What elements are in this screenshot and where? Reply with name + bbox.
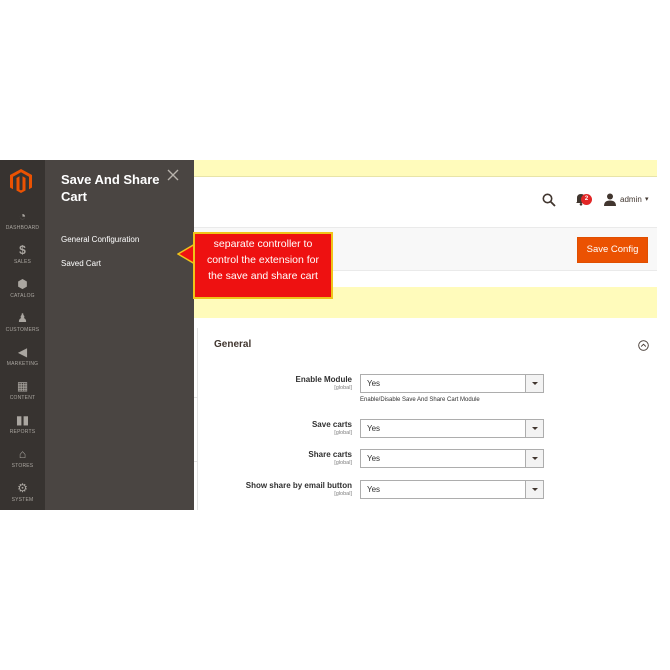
chevron-down-icon[interactable]: ▾	[645, 195, 649, 205]
store-icon: ⌂	[18, 447, 27, 461]
share-carts-value: Yes	[367, 454, 381, 463]
chevron-down-icon	[532, 457, 538, 460]
chevron-down-icon	[532, 488, 538, 491]
collapse-icon[interactable]	[638, 340, 649, 351]
menu-label: SYSTEM	[11, 497, 34, 503]
share-email-select[interactable]: Yes	[360, 480, 544, 499]
enable-module-scope: [global]	[334, 385, 352, 391]
admin-header-actions: 2 admin ▾	[530, 190, 660, 210]
share-email-label: Show share by email button	[245, 481, 352, 490]
save-carts-scope: [global]	[334, 430, 352, 436]
divider	[194, 461, 198, 462]
divider	[194, 397, 198, 398]
select-toggle[interactable]	[525, 375, 543, 392]
menu-item-customers[interactable]: ♟ CUSTOMERS	[0, 308, 45, 342]
save-carts-select[interactable]: Yes	[360, 419, 544, 438]
share-email-value: Yes	[367, 485, 381, 494]
menu-item-catalog[interactable]: ⬢ CATALOG	[0, 274, 45, 308]
submenu-panel: Save And Share Cart General Configuratio…	[45, 160, 194, 510]
close-icon[interactable]	[166, 168, 180, 182]
layout-icon: ▦	[16, 379, 29, 393]
menu-label: STORES	[11, 463, 34, 469]
menu-label: CONTENT	[9, 395, 36, 401]
admin-sidebar: ◔ DASHBOARD $ SALES ⬢ CATALOG ♟ CUSTOMER…	[0, 160, 45, 510]
user-icon[interactable]	[604, 193, 616, 206]
magento-logo-icon[interactable]	[9, 168, 33, 194]
submenu-title: Save And Share Cart	[61, 172, 160, 204]
menu-label: CATALOG	[10, 293, 35, 299]
menu-item-stores[interactable]: ⌂ STORES	[0, 444, 45, 478]
select-toggle[interactable]	[525, 420, 543, 437]
notification-count-badge[interactable]: 2	[581, 194, 592, 205]
menu-item-marketing[interactable]: ◀ MARKETING	[0, 342, 45, 376]
menu-label: CUSTOMERS	[5, 327, 40, 333]
menu-label: SALES	[13, 259, 32, 265]
select-toggle[interactable]	[525, 481, 543, 498]
menu-label: DASHBOARD	[5, 225, 40, 231]
chevron-down-icon	[532, 427, 538, 430]
submenu-link-saved-cart[interactable]: Saved Cart	[61, 258, 101, 270]
chevron-down-icon	[532, 382, 538, 385]
menu-item-system[interactable]: ⚙ SYSTEM	[0, 478, 45, 510]
person-icon: ♟	[17, 311, 28, 325]
menu-item-reports[interactable]: ▮▮ REPORTS	[0, 410, 45, 444]
megaphone-icon: ◀	[17, 345, 28, 359]
enable-module-label: Enable Module	[295, 375, 352, 384]
share-carts-select[interactable]: Yes	[360, 449, 544, 468]
section-title[interactable]: General	[214, 339, 251, 350]
share-carts-scope: [global]	[334, 460, 352, 466]
select-toggle[interactable]	[525, 450, 543, 467]
menu-item-sales[interactable]: $ SALES	[0, 240, 45, 274]
search-icon[interactable]	[542, 193, 556, 207]
annotation-callout: separate controller to control the exten…	[193, 232, 333, 299]
dashboard-icon: ◔	[18, 209, 27, 223]
save-carts-value: Yes	[367, 424, 381, 433]
menu-label: REPORTS	[9, 429, 36, 435]
save-carts-label: Save carts	[311, 420, 352, 429]
enable-module-select[interactable]: Yes	[360, 374, 544, 393]
submenu-link-general-configuration[interactable]: General Configuration	[61, 234, 139, 246]
menu-item-dashboard[interactable]: ◔ DASHBOARD	[0, 206, 45, 240]
enable-module-note: Enable/Disable Save And Share Cart Modul…	[360, 397, 480, 403]
menu-label: MARKETING	[6, 361, 39, 367]
gear-icon: ⚙	[17, 481, 28, 495]
share-carts-label: Share carts	[308, 450, 352, 459]
admin-page: 2 admin ▾ Save Config General Enable Mod…	[0, 160, 670, 510]
dollar-icon: $	[19, 243, 26, 257]
system-message-bar	[194, 160, 657, 177]
save-config-button[interactable]: Save Config	[577, 237, 648, 263]
bar-chart-icon: ▮▮	[15, 413, 30, 427]
callout-text: separate controller to control the exten…	[206, 238, 320, 282]
config-tabs-panel	[194, 328, 198, 510]
menu-item-content[interactable]: ▦ CONTENT	[0, 376, 45, 410]
box-icon: ⬢	[17, 277, 28, 291]
enable-module-value: Yes	[367, 379, 381, 388]
share-email-scope: [global]	[334, 491, 352, 497]
admin-user-name[interactable]: admin	[620, 195, 642, 205]
